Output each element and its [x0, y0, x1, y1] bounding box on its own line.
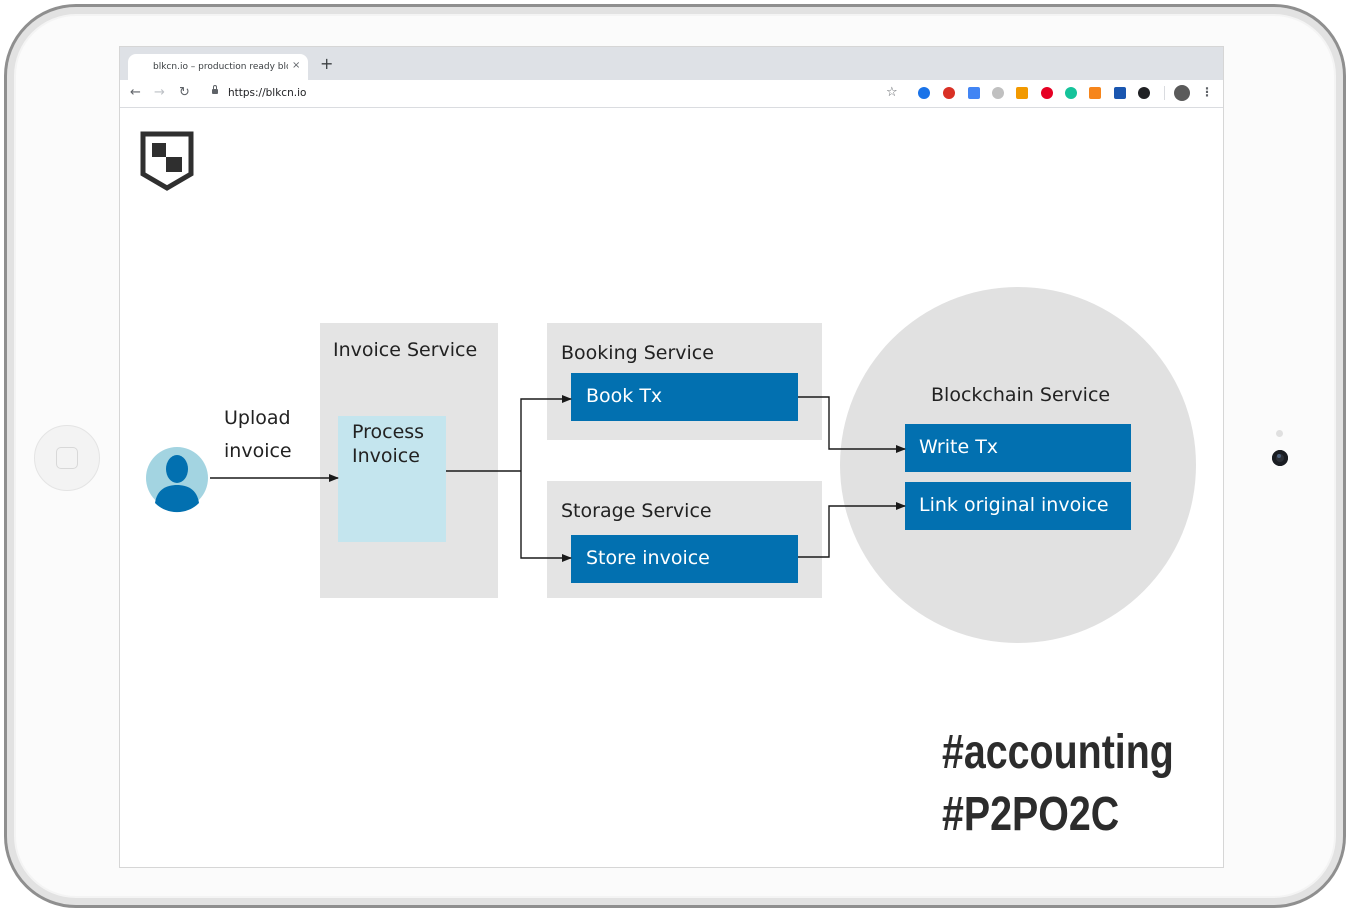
booking-service-label: Booking Service	[561, 342, 714, 364]
hashtag-p2po2c: #P2PO2C	[942, 788, 1120, 841]
home-button-icon	[56, 447, 78, 469]
link-original-invoice-label: Link original invoice	[919, 494, 1109, 516]
process-invoice-label-line1: Process	[352, 421, 425, 443]
home-button[interactable]	[34, 425, 100, 491]
upload-label-line2: invoice	[224, 440, 292, 462]
write-tx-label: Write Tx	[919, 436, 999, 458]
upload-label-line1: Upload	[224, 407, 291, 429]
hashtag-accounting: #accounting	[942, 726, 1174, 779]
process-invoice-label-line2: Invoice	[352, 445, 420, 467]
camera-icon	[1272, 450, 1288, 466]
store-invoice-label: Store invoice	[586, 547, 710, 569]
user-avatar	[146, 447, 208, 513]
proximity-sensor	[1276, 430, 1283, 437]
storage-service-label: Storage Service	[561, 500, 712, 522]
browser-window: blkcn.io – production ready blo × + ← → …	[119, 46, 1224, 868]
book-tx-label: Book Tx	[586, 385, 663, 407]
invoice-service-label: Invoice Service	[333, 339, 478, 361]
blockchain-service-label: Blockchain Service	[931, 384, 1111, 406]
